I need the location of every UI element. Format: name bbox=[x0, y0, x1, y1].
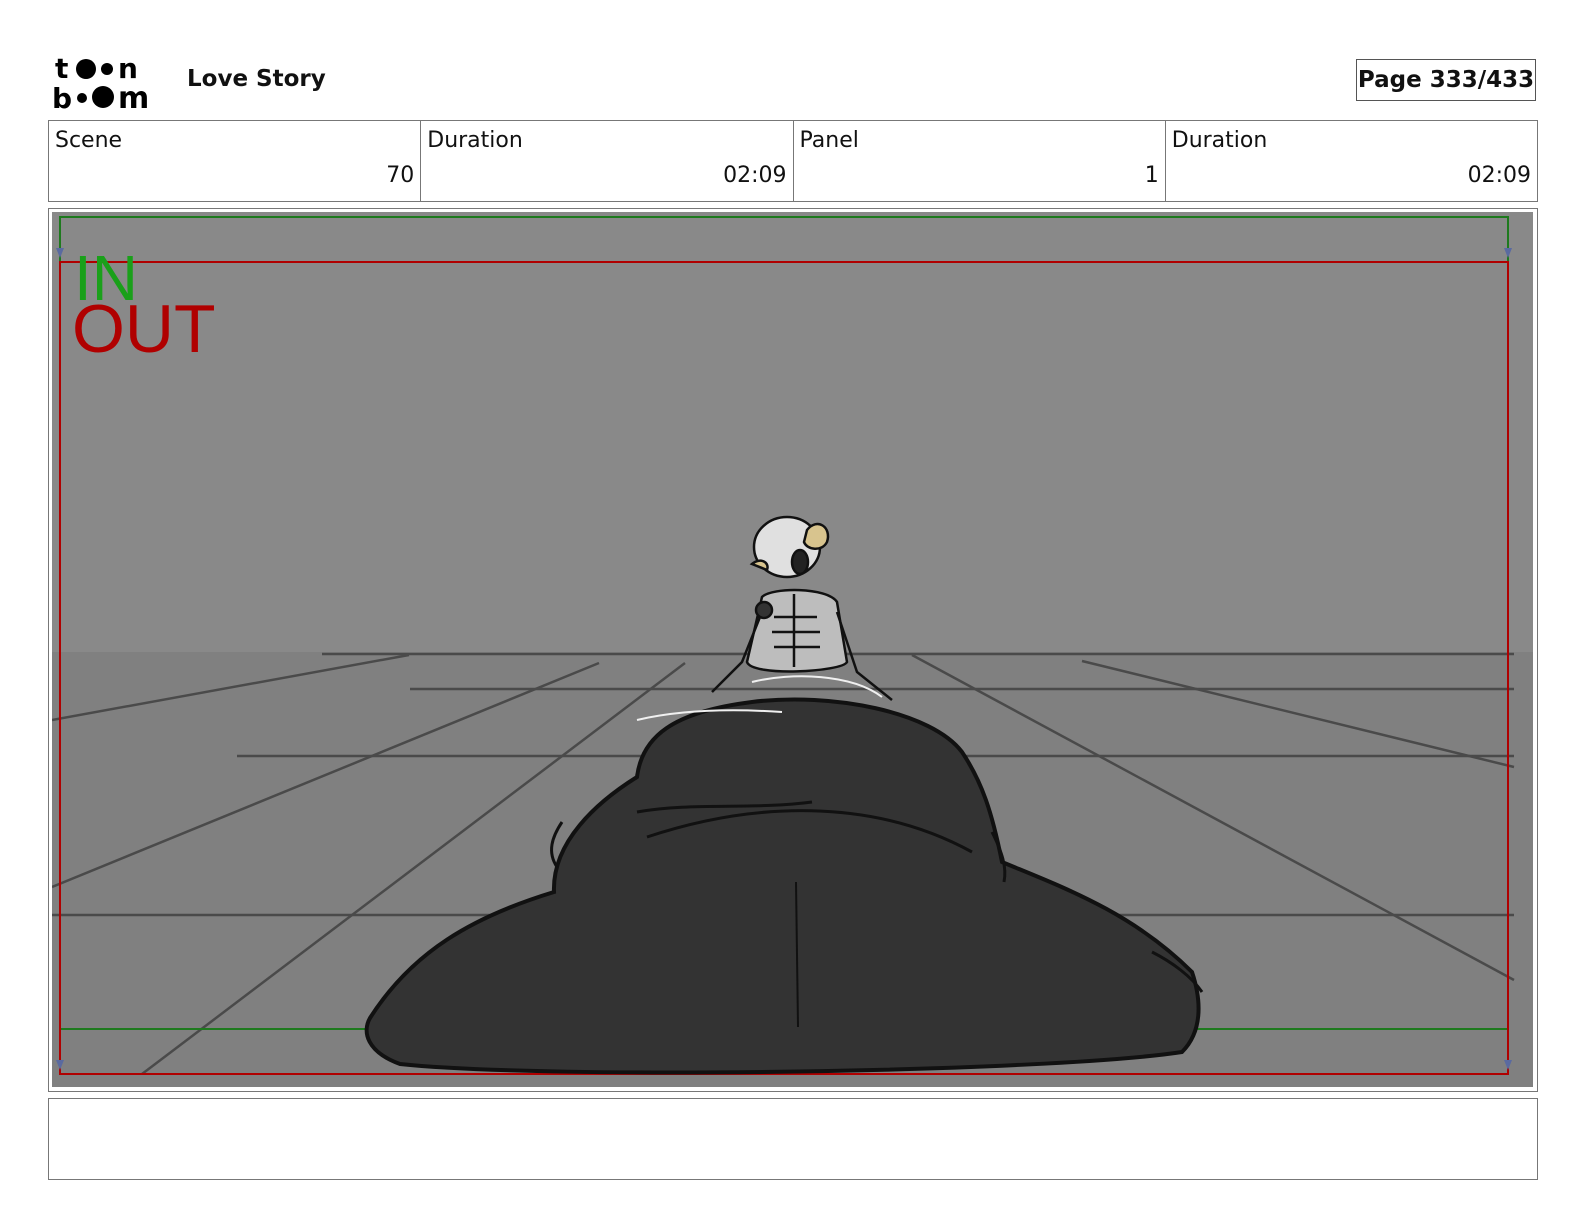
page-number-label: Page 333/433 bbox=[1357, 67, 1535, 93]
scene-duration-label: Duration bbox=[427, 128, 523, 153]
svg-text:t: t bbox=[55, 52, 68, 85]
storyboard-panel: IN OUT bbox=[48, 208, 1538, 1092]
toon-boom-logo: t n b m bbox=[52, 52, 164, 116]
scene-value: 70 bbox=[386, 163, 415, 188]
panel-duration-cell: Duration 02:09 bbox=[1166, 121, 1537, 201]
panel-duration-value: 02:09 bbox=[1467, 163, 1531, 188]
svg-text:b: b bbox=[52, 82, 72, 112]
panel-notes bbox=[48, 1098, 1538, 1180]
scene-cell: Scene 70 bbox=[49, 121, 422, 201]
scene-duration-cell: Duration 02:09 bbox=[421, 121, 794, 201]
scene-duration-value: 02:09 bbox=[723, 163, 787, 188]
svg-text:m: m bbox=[118, 81, 149, 112]
panel-drawing: IN OUT bbox=[52, 212, 1533, 1087]
sky-background bbox=[52, 212, 1533, 652]
page-number: Page 333/433 bbox=[1356, 59, 1536, 101]
scene-info-table: Scene 70 Duration 02:09 Panel 1 Duration… bbox=[48, 120, 1538, 202]
project-title: Love Story bbox=[187, 66, 326, 92]
panel-value: 1 bbox=[1144, 163, 1159, 188]
panel-cell: Panel 1 bbox=[794, 121, 1166, 201]
scene-label: Scene bbox=[55, 128, 123, 153]
out-label: OUT bbox=[72, 291, 216, 367]
panel-label: Panel bbox=[799, 128, 859, 153]
panel-duration-label: Duration bbox=[1171, 128, 1268, 153]
